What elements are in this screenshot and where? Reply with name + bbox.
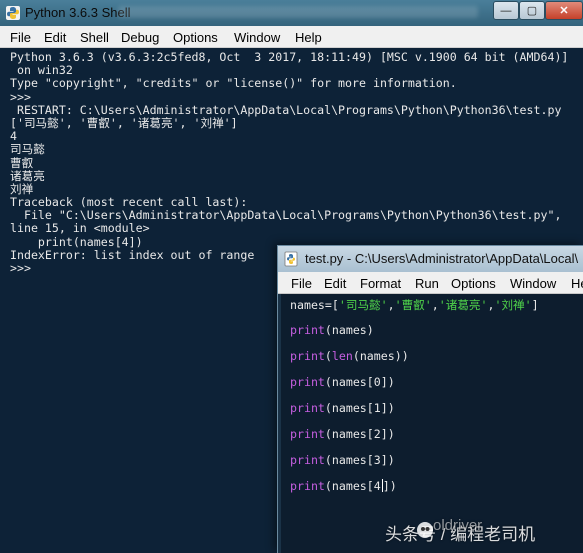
editor-menu-window[interactable]: Window	[510, 276, 556, 291]
close-button[interactable]: ✕	[545, 1, 583, 20]
shell-title-bar[interactable]: Python 3.6.3 Shell — ▢ ✕	[0, 0, 583, 26]
editor-code-area[interactable]: names=['司马懿','曹叡','诸葛亮','刘禅'] print(names…	[278, 294, 583, 553]
watermark: 头条号 / 编程老司机 oldriver	[385, 516, 583, 546]
python-file-icon	[284, 251, 298, 267]
editor-window-title: test.py - C:\Users\Administrator\AppData…	[305, 251, 579, 266]
code-token: (	[324, 349, 332, 363]
editor-window: test.py - C:\Users\Administrator\AppData…	[277, 245, 583, 553]
watermark-logo-icon	[417, 522, 433, 538]
code-line: print(names[0])	[290, 375, 395, 389]
code-keyword: print	[290, 349, 325, 363]
code-line: print(names[2])	[290, 427, 395, 441]
code-token: (names[4	[324, 479, 381, 493]
console-line: line 15, in <module>	[10, 221, 150, 236]
menu-edit[interactable]: Edit	[44, 30, 66, 45]
code-line: names=['司马懿','曹叡','诸葛亮','刘禅']	[290, 297, 539, 313]
console-line: 曹叡	[10, 155, 34, 170]
code-token: (names)	[324, 323, 374, 337]
editor-menu-help[interactable]: He	[571, 276, 583, 291]
code-line: print(names[3])	[290, 453, 395, 467]
console-line: >>>	[10, 89, 38, 104]
code-keyword: print	[290, 453, 325, 467]
code-token: names=[	[290, 298, 339, 312]
editor-menu-format[interactable]: Format	[360, 276, 401, 291]
editor-menu-run[interactable]: Run	[415, 276, 439, 291]
menu-window[interactable]: Window	[234, 30, 280, 45]
console-line: ['司马懿', '曹叡', '诸葛亮', '刘禅']	[10, 115, 238, 130]
code-line: print(len(names))	[290, 349, 409, 363]
menu-options[interactable]: Options	[173, 30, 218, 45]
maximize-button[interactable]: ▢	[519, 1, 545, 20]
blurred-title-region	[118, 6, 478, 18]
editor-menu-options[interactable]: Options	[451, 276, 496, 291]
editor-menu-file[interactable]: File	[291, 276, 312, 291]
code-token: ,	[431, 298, 439, 312]
code-token: (names))	[352, 349, 409, 363]
code-keyword: print	[290, 375, 325, 389]
code-line: print(names[4])	[290, 479, 397, 493]
code-string: '刘禅'	[494, 298, 532, 312]
watermark-overlay-text: oldriver	[433, 517, 483, 534]
shell-window-title: Python 3.6.3 Shell	[25, 5, 131, 20]
code-token: (names[0])	[324, 375, 395, 389]
menu-file[interactable]: File	[10, 30, 31, 45]
console-line: RESTART: C:\Users\Administrator\AppData\…	[10, 102, 562, 117]
code-line: print(names)	[290, 323, 374, 337]
code-keyword: print	[290, 427, 325, 441]
code-string: '曹叡'	[394, 298, 432, 312]
shell-menu-bar: File Edit Shell Debug Options Window Hel…	[0, 26, 583, 48]
code-line: print(names[1])	[290, 401, 395, 415]
python-icon	[6, 6, 20, 20]
menu-help[interactable]: Help	[295, 30, 322, 45]
console-line: 4	[10, 129, 17, 144]
editor-menu-bar: File Edit Format Run Options Window He	[278, 272, 583, 294]
code-token: (names[1])	[324, 401, 395, 415]
code-token: (names[2])	[324, 427, 395, 441]
code-string: '司马懿'	[338, 298, 388, 312]
editor-title-bar[interactable]: test.py - C:\Users\Administrator\AppData…	[278, 246, 583, 272]
code-keyword: len	[331, 349, 353, 363]
code-keyword: print	[290, 479, 325, 493]
console-line: Type "copyright", "credits" or "license(…	[10, 76, 457, 91]
console-line: 司马懿	[10, 142, 45, 157]
code-keyword: print	[290, 323, 325, 337]
menu-shell[interactable]: Shell	[80, 30, 109, 45]
console-line: 诸葛亮	[10, 168, 45, 183]
menu-debug[interactable]: Debug	[121, 30, 159, 45]
code-token: (names[3])	[324, 453, 395, 467]
code-token: ,	[387, 298, 395, 312]
minimize-button[interactable]: —	[493, 1, 519, 20]
console-line: Python 3.6.3 (v3.6.3:2c5fed8, Oct 3 2017…	[10, 50, 569, 64]
code-token: ])	[382, 479, 397, 493]
code-token: ]	[531, 298, 539, 312]
code-keyword: print	[290, 401, 325, 415]
editor-menu-edit[interactable]: Edit	[324, 276, 346, 291]
code-string: '诸葛亮'	[438, 298, 488, 312]
